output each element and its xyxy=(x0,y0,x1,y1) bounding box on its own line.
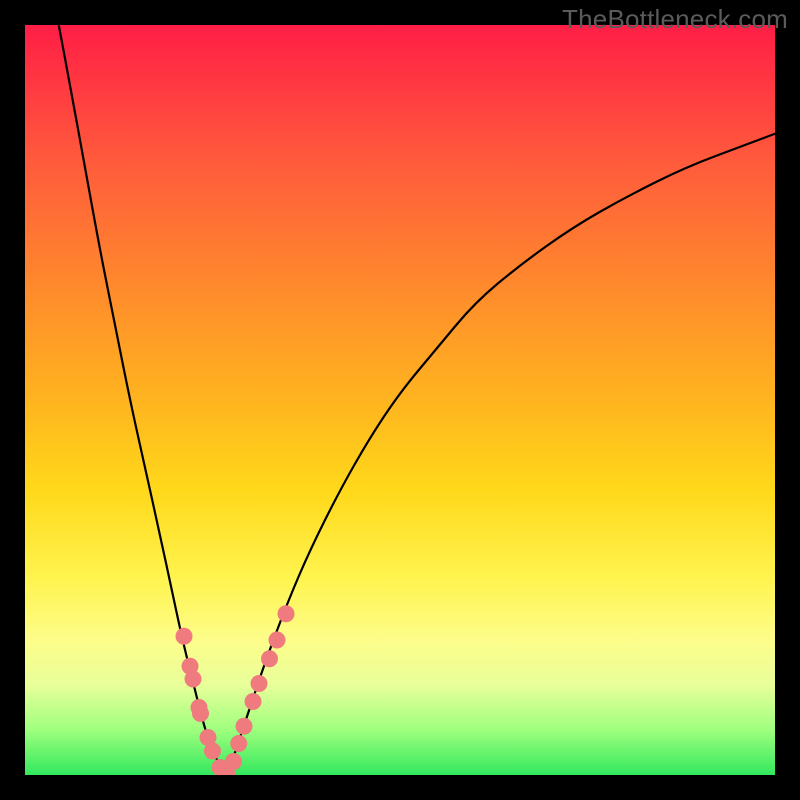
marker-point xyxy=(269,632,286,649)
marker-point xyxy=(261,650,278,667)
marker-point xyxy=(176,628,193,645)
marker-point xyxy=(225,753,242,770)
marker-point xyxy=(192,705,209,722)
marker-point xyxy=(204,743,221,760)
marker-point xyxy=(278,605,295,622)
marker-point xyxy=(230,735,247,752)
marker-point xyxy=(185,671,202,688)
left-branch-curve xyxy=(59,25,228,775)
right-branch-curve xyxy=(228,134,776,775)
curve-plot xyxy=(25,25,775,775)
watermark-text: TheBottleneck.com xyxy=(562,4,788,35)
marker-point xyxy=(251,675,268,692)
marker-point xyxy=(245,693,262,710)
marker-point xyxy=(236,718,253,735)
